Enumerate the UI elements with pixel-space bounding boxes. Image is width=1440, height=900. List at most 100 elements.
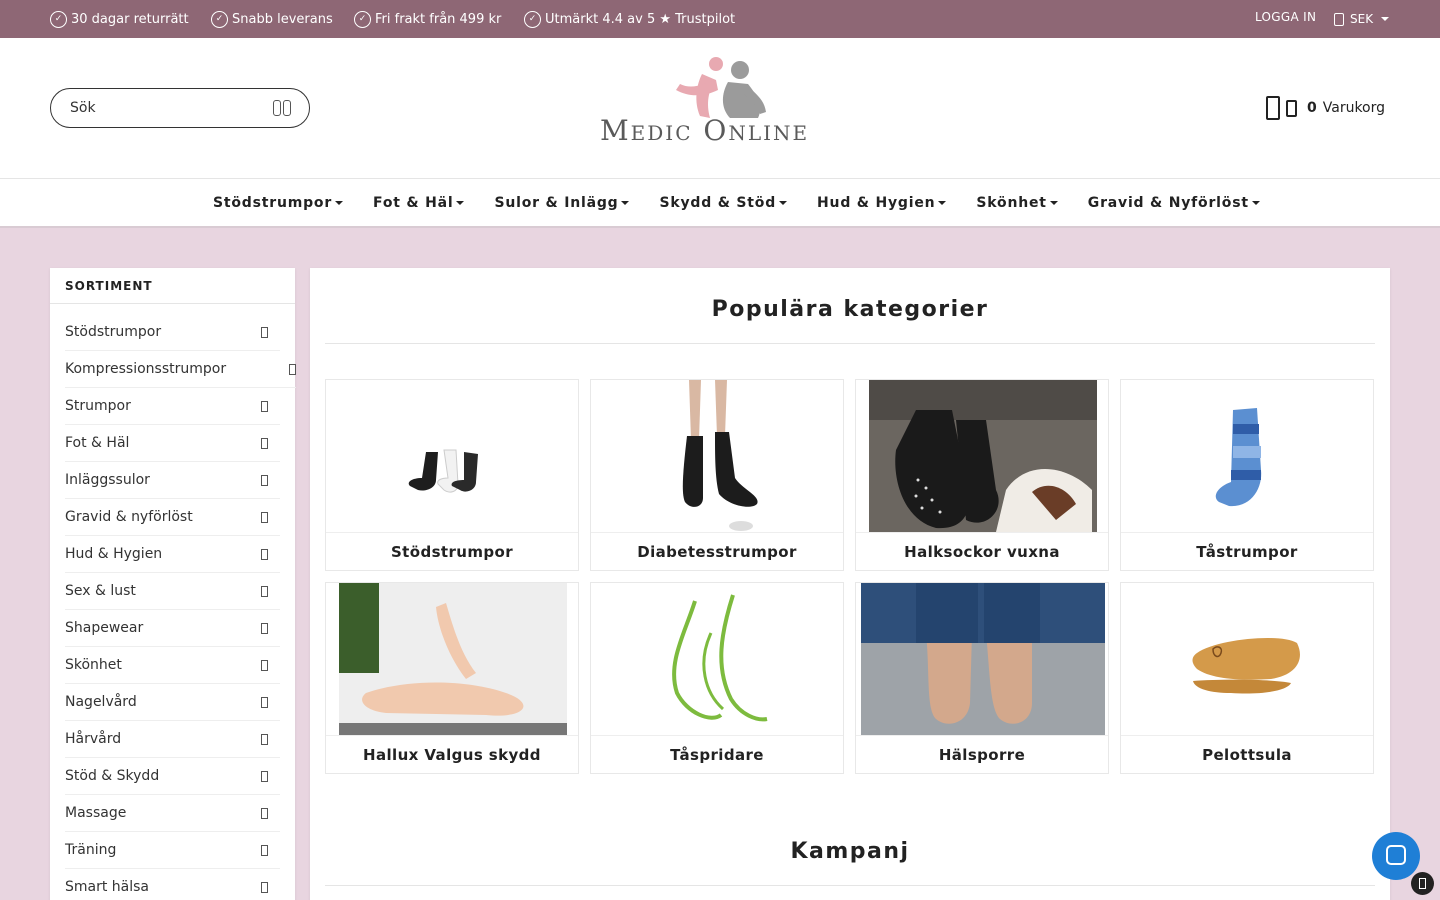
usp-delivery: ✓ Snabb leverans (211, 0, 333, 38)
category-card-pelottsula[interactable]: Pelottsula (1120, 582, 1374, 774)
expand-icon[interactable] (261, 881, 268, 893)
nav-item-skydd-stod[interactable]: Skydd & Stöd (659, 195, 788, 211)
foot-protector-image (339, 583, 567, 735)
expand-icon[interactable] (261, 696, 268, 708)
expand-icon[interactable] (261, 622, 268, 634)
nav-item-hud-hygien[interactable]: Hud & Hygien (817, 195, 947, 211)
currency-selector[interactable]: SEK (1334, 0, 1390, 38)
sidebar-item-label: Skönhet (65, 657, 122, 673)
nav-label: Fot & Häl (373, 195, 454, 211)
bare-feet-image (861, 583, 1105, 735)
expand-icon[interactable] (261, 437, 268, 449)
nav-label: Hud & Hygien (817, 195, 936, 211)
expand-icon[interactable] (261, 659, 268, 671)
accessibility-badge[interactable] (1411, 872, 1434, 895)
usp-label: 30 dagar returrätt (71, 11, 189, 27)
expand-icon[interactable] (261, 844, 268, 856)
chat-button[interactable] (1372, 832, 1420, 880)
category-image (1121, 583, 1373, 735)
nav-item-stodstrumpor[interactable]: Stödstrumpor (213, 195, 344, 211)
sidebar-item-label: Massage (65, 805, 127, 821)
expand-icon[interactable] (261, 326, 268, 338)
logo-text: Medic Online (600, 114, 810, 147)
check-circle-icon: ✓ (50, 10, 67, 28)
sidebar-item-stodstrumpor[interactable]: Stödstrumpor (65, 314, 280, 351)
search-input[interactable] (70, 98, 260, 118)
expand-icon[interactable] (261, 807, 268, 819)
chevron-down-icon (621, 201, 630, 205)
check-circle-icon: ✓ (354, 10, 371, 28)
sidebar-item-label: Shapewear (65, 620, 144, 636)
sidebar-item-label: Stödstrumpor (65, 324, 162, 340)
usp-free-shipping: ✓ Fri frakt från 499 kr (354, 0, 501, 38)
site-logo[interactable]: Medic Online (598, 56, 842, 152)
sidebar-item-strumpor[interactable]: Strumpor (65, 388, 280, 425)
expand-icon[interactable] (261, 585, 268, 597)
sidebar-item-skonhet[interactable]: Skönhet (65, 647, 280, 684)
nav-item-gravid-nyforlost[interactable]: Gravid & Nyförlöst (1088, 195, 1260, 211)
search-box[interactable] (50, 88, 310, 128)
main-nav: Stödstrumpor Fot & Häl Sulor & Inlägg Sk… (0, 178, 1440, 228)
sidebar-item-nagelvard[interactable]: Nagelvård (65, 684, 280, 721)
category-card-tastrumpor[interactable]: Tåstrumpor (1120, 379, 1374, 571)
sidebar-item-fot-hal[interactable]: Fot & Häl (65, 425, 280, 462)
user-icon[interactable] (1266, 96, 1280, 120)
currency-label: SEK (1350, 12, 1374, 26)
chevron-down-icon (1049, 201, 1058, 205)
category-card-taspridare[interactable]: Tåspridare (590, 582, 844, 774)
category-card-halksockor[interactable]: Halksockor vuxna (855, 379, 1109, 571)
sidebar-item-sex-lust[interactable]: Sex & lust (65, 573, 280, 610)
divider (325, 343, 1375, 344)
flag-icon (1334, 12, 1344, 26)
sidebar-item-massage[interactable]: Massage (65, 795, 280, 832)
sidebar-item-hud-hygien[interactable]: Hud & Hygien (65, 536, 280, 573)
sidebar-item-kompressionsstrumpor[interactable]: Kompressionsstrumpor (65, 351, 296, 388)
campaign-title: Kampanj (790, 839, 910, 864)
category-card-hallux-valgus[interactable]: Hallux Valgus skydd (325, 582, 579, 774)
sidebar-item-label: Kompressionsstrumpor (65, 361, 227, 377)
category-card-diabetesstrumpor[interactable]: Diabetesstrumpor (590, 379, 844, 571)
sidebar-item-traning[interactable]: Träning (65, 832, 280, 869)
sidebar-item-harvard[interactable]: Hårvård (65, 721, 280, 758)
cart-button[interactable]: 0 Varukorg (1266, 94, 1385, 122)
category-label: Diabetesstrumpor (591, 532, 843, 570)
sidebar-item-label: Gravid & nyförlöst (65, 509, 193, 525)
search-icon[interactable] (273, 100, 291, 116)
toe-sock-image (1215, 408, 1262, 507)
usp-returns: ✓ 30 dagar returrätt (50, 0, 189, 38)
sidebar-item-label: Smart hälsa (65, 879, 150, 895)
usp-trustpilot[interactable]: ✓ Utmärkt 4.4 av 5 ★ Trustpilot (524, 0, 735, 38)
top-bar: ✓ 30 dagar returrätt ✓ Snabb leverans ✓ … (0, 0, 1440, 38)
expand-icon[interactable] (289, 363, 296, 375)
sidebar-item-label: Hårvård (65, 731, 122, 747)
divider (325, 885, 1375, 886)
check-circle-icon: ✓ (211, 10, 228, 28)
sidebar-item-stod-skydd[interactable]: Stöd & Skydd (65, 758, 280, 795)
category-card-halsporre[interactable]: Hälsporre (855, 582, 1109, 774)
login-link[interactable]: LOGGA IN (1255, 0, 1316, 34)
expand-icon[interactable] (261, 733, 268, 745)
category-image (1121, 380, 1373, 532)
sidebar-item-shapewear[interactable]: Shapewear (65, 610, 280, 647)
expand-icon[interactable] (261, 474, 268, 486)
usp-label: Snabb leverans (232, 11, 333, 27)
category-label: Pelottsula (1121, 735, 1373, 773)
expand-icon[interactable] (261, 400, 268, 412)
category-label: Stödstrumpor (326, 532, 578, 570)
expand-icon[interactable] (261, 511, 268, 523)
usp-label: Fri frakt från 499 kr (375, 11, 502, 27)
nav-item-sulor-inlagg[interactable]: Sulor & Inlägg (494, 195, 630, 211)
category-card-stodstrumpor[interactable]: Stödstrumpor (325, 379, 579, 571)
toe-spreader-image (672, 594, 768, 722)
cart-label: Varukorg (1322, 100, 1386, 116)
chevron-down-icon (456, 201, 465, 205)
nav-item-skonhet[interactable]: Skönhet (976, 195, 1058, 211)
expand-icon[interactable] (261, 548, 268, 560)
sidebar-item-inlaggssulor[interactable]: Inläggssulor (65, 462, 280, 499)
nav-label: Skönhet (976, 195, 1047, 211)
expand-icon[interactable] (261, 770, 268, 782)
sidebar-item-gravid[interactable]: Gravid & nyförlöst (65, 499, 280, 536)
sidebar-item-label: Sex & lust (65, 583, 136, 599)
nav-item-fot-hal[interactable]: Fot & Häl (373, 195, 465, 211)
sidebar-item-smart-halsa[interactable]: Smart hälsa (65, 869, 280, 900)
